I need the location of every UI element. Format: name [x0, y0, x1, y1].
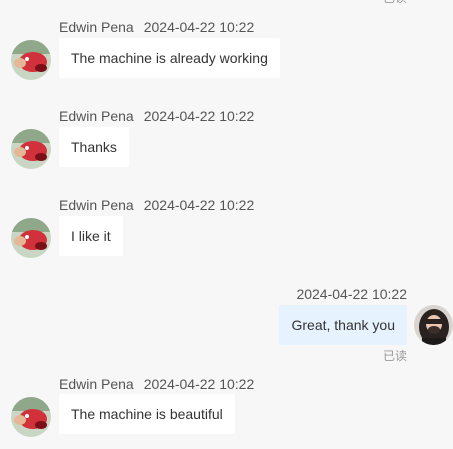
red-character-avatar-icon [11, 129, 51, 169]
red-character-avatar-icon [11, 397, 51, 437]
sender-name: Edwin Pena [59, 19, 134, 35]
contact-avatar[interactable] [11, 218, 51, 258]
user-photo-avatar-icon [414, 305, 453, 345]
red-character-avatar-icon [11, 40, 51, 80]
sender-name: Edwin Pena [59, 108, 134, 124]
message-time: 2024-04-22 10:22 [143, 376, 255, 392]
message-time: 2024-04-22 10:22 [296, 286, 407, 302]
message-bubble[interactable]: The machine is already working [59, 38, 280, 78]
message-meta: Edwin Pena 2024-04-22 10:22 [59, 375, 254, 393]
read-status: 已读 [382, 349, 407, 363]
message-bubble[interactable]: I like it [59, 216, 123, 256]
message-bubble[interactable]: The machine is beautiful [59, 394, 235, 434]
message-bubble[interactable]: Great, thank you [279, 305, 407, 345]
message-meta: 2024-04-22 10:22 [296, 285, 407, 303]
message-bubble[interactable]: Thanks [59, 127, 129, 167]
sender-name: Edwin Pena [59, 197, 134, 213]
contact-avatar[interactable] [11, 397, 51, 437]
self-avatar[interactable] [414, 305, 453, 345]
sender-name: Edwin Pena [59, 376, 134, 392]
read-status: 已读 [383, 0, 407, 6]
red-character-avatar-icon [11, 218, 51, 258]
message-meta: Edwin Pena 2024-04-22 10:22 [59, 18, 254, 36]
message-time: 2024-04-22 10:22 [143, 108, 255, 124]
chat-message-list[interactable]: 已读 Edwin Pena 2024-04-22 10:22 The machin… [0, 0, 453, 449]
message-meta: Edwin Pena 2024-04-22 10:22 [59, 107, 254, 125]
contact-avatar[interactable] [11, 40, 51, 80]
message-meta: Edwin Pena 2024-04-22 10:22 [59, 196, 254, 214]
contact-avatar[interactable] [11, 129, 51, 169]
message-time: 2024-04-22 10:22 [143, 19, 255, 35]
message-time: 2024-04-22 10:22 [143, 197, 255, 213]
